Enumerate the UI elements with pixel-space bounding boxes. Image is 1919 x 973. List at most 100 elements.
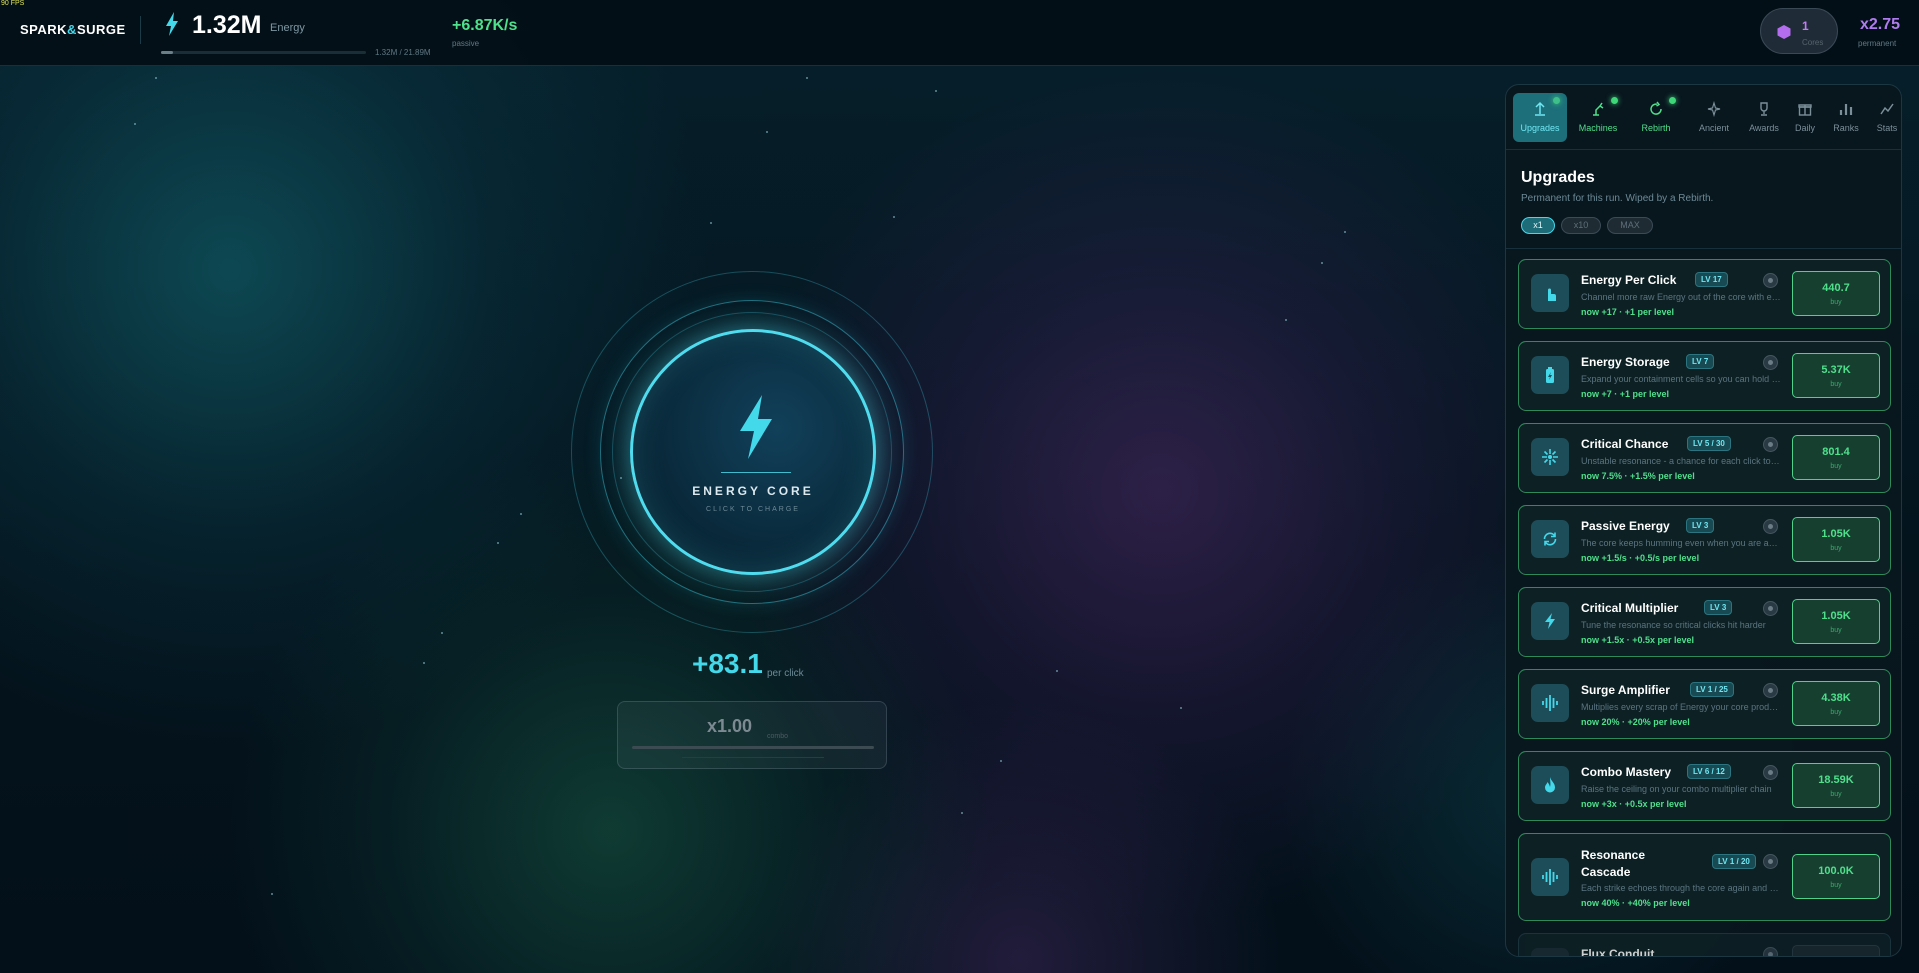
upgrade-name: Combo Mastery [1581,765,1672,779]
upgrade-name: Surge Amplifier [1581,683,1670,697]
star [1056,670,1058,672]
waveform-icon [1531,684,1569,722]
level-badge: LV 17 [1695,272,1728,287]
energy-bolt-icon [166,12,178,36]
star [271,893,273,895]
star [423,662,425,664]
info-icon[interactable] [1763,355,1778,370]
gift-icon [1798,104,1812,116]
level-badge: LV 3 [1704,600,1733,615]
info-icon[interactable] [1763,947,1778,956]
core-gem-icon [1777,25,1791,39]
star [1000,760,1002,762]
tab-rebirth[interactable]: Rebirth [1629,93,1683,142]
upgrade-effect: now +1.5/s · +0.5/s per level [1581,553,1700,563]
upgrade-name: Energy Per Click [1581,273,1677,287]
info-icon[interactable] [1763,273,1778,288]
cores-pill[interactable]: 1 Cores [1760,8,1838,54]
star [961,812,963,814]
upgrade-card-flux-conduit: Flux Conduit [1518,933,1891,957]
bolt-icon [1531,602,1569,640]
passive-label: passive [452,39,480,48]
star [441,632,443,634]
upgrade-effect: now 20% · +20% per level [1581,717,1690,727]
tab-machines[interactable]: Machines [1571,93,1625,142]
star [935,90,937,92]
star [1321,262,1323,264]
star [710,222,712,224]
tab-stats[interactable]: Stats [1868,93,1901,142]
upgrade-description: Channel more raw Energy out of the core … [1581,292,1781,302]
info-icon[interactable] [1763,519,1778,534]
notification-dot [1669,97,1676,104]
buy-button[interactable]: 1.05K buy [1792,517,1880,562]
info-icon[interactable] [1763,601,1778,616]
buy-button[interactable]: 100.0K buy [1792,854,1880,899]
upgrade-name: Flux Conduit [1581,947,1655,957]
passive-rate: +6.87K/s [452,17,518,34]
star [1285,319,1287,321]
info-icon[interactable] [1763,854,1778,869]
tab-bar: Upgrades Machines Rebirth Ancient Awards… [1513,93,1901,142]
divider [1506,149,1901,150]
qty-x1-button[interactable]: x1 [1521,217,1555,234]
buy-button[interactable]: 5.37K buy [1792,353,1880,398]
trophy-icon [1760,102,1768,116]
buy-button[interactable] [1792,945,1880,956]
crit-burst-icon [1531,438,1569,476]
buy-button[interactable]: 1.05K buy [1792,599,1880,644]
fps-counter: 90 FPS [1,0,25,7]
tab-upgrades[interactable]: Upgrades [1513,93,1567,142]
level-badge: LV 7 [1686,354,1715,369]
tab-ancient[interactable]: Ancient [1687,93,1741,142]
upgrade-description: Expand your containment cells so you can… [1581,374,1781,384]
core-title: ENERGY CORE [692,484,814,498]
upgrade-name: Resonance Cascade [1581,848,1646,879]
core-subtitle: CLICK TO CHARGE [706,506,800,513]
buy-button[interactable]: 4.38K buy [1792,681,1880,726]
level-badge: LV 1 / 20 [1712,854,1756,869]
robot-arm-icon [1593,102,1604,116]
refresh-cycle-icon [1531,520,1569,558]
upgrade-description: Unstable resonance - a chance for each c… [1581,456,1781,466]
info-icon[interactable] [1763,765,1778,780]
notification-dot [1553,97,1560,104]
qty-max-button[interactable]: MAX [1607,217,1653,234]
energy-capacity-bar [161,51,366,54]
tab-ranks[interactable]: Ranks [1827,93,1865,142]
upgrade-name: Critical Chance [1581,437,1669,451]
flame-icon [1531,766,1569,804]
game-logo: SPARK&SURGE [20,22,126,37]
energy-core-button[interactable]: ENERGY CORE CLICK TO CHARGE [630,329,876,575]
tab-awards[interactable]: Awards [1745,93,1783,142]
star [1344,231,1346,233]
upgrade-effect: now 40% · +40% per level [1581,898,1690,908]
upgrade-arrow-icon [1535,101,1545,116]
battery-icon [1531,356,1569,394]
upgrade-description: The core keeps humming even when you are… [1581,538,1781,548]
combo-label: combo [767,733,789,740]
pointer-hand-icon [1531,274,1569,312]
upgrade-name: Passive Energy [1581,519,1670,533]
energy-label: Energy [270,22,305,34]
sparkle-icon [1707,101,1721,117]
qty-x10-button[interactable]: x10 [1561,217,1601,234]
buy-button[interactable]: 18.59K buy [1792,763,1880,808]
notification-dot [1611,97,1618,104]
upgrade-effect: now 7.5% · +1.5% per level [1581,471,1695,481]
info-icon[interactable] [1763,437,1778,452]
tab-daily[interactable]: Daily [1786,93,1824,142]
conduit-icon [1531,948,1569,956]
bar-chart-icon [1839,104,1853,115]
info-icon[interactable] [1763,683,1778,698]
upgrade-card-energy-storage: Energy Storage LV 7 Expand your containm… [1518,341,1891,411]
level-badge: LV 6 / 12 [1687,764,1731,779]
permanent-label: permanent [1858,39,1897,48]
star [155,77,157,79]
combo-meter: x1.00 combo [617,701,887,769]
level-badge: LV 1 / 25 [1690,682,1734,697]
buy-button[interactable]: 801.4 buy [1792,435,1880,480]
energy-capacity-text: 1.32M / 21.89M [375,48,431,57]
level-badge: LV 3 [1686,518,1715,533]
buy-button[interactable]: 440.7 buy [1792,271,1880,316]
